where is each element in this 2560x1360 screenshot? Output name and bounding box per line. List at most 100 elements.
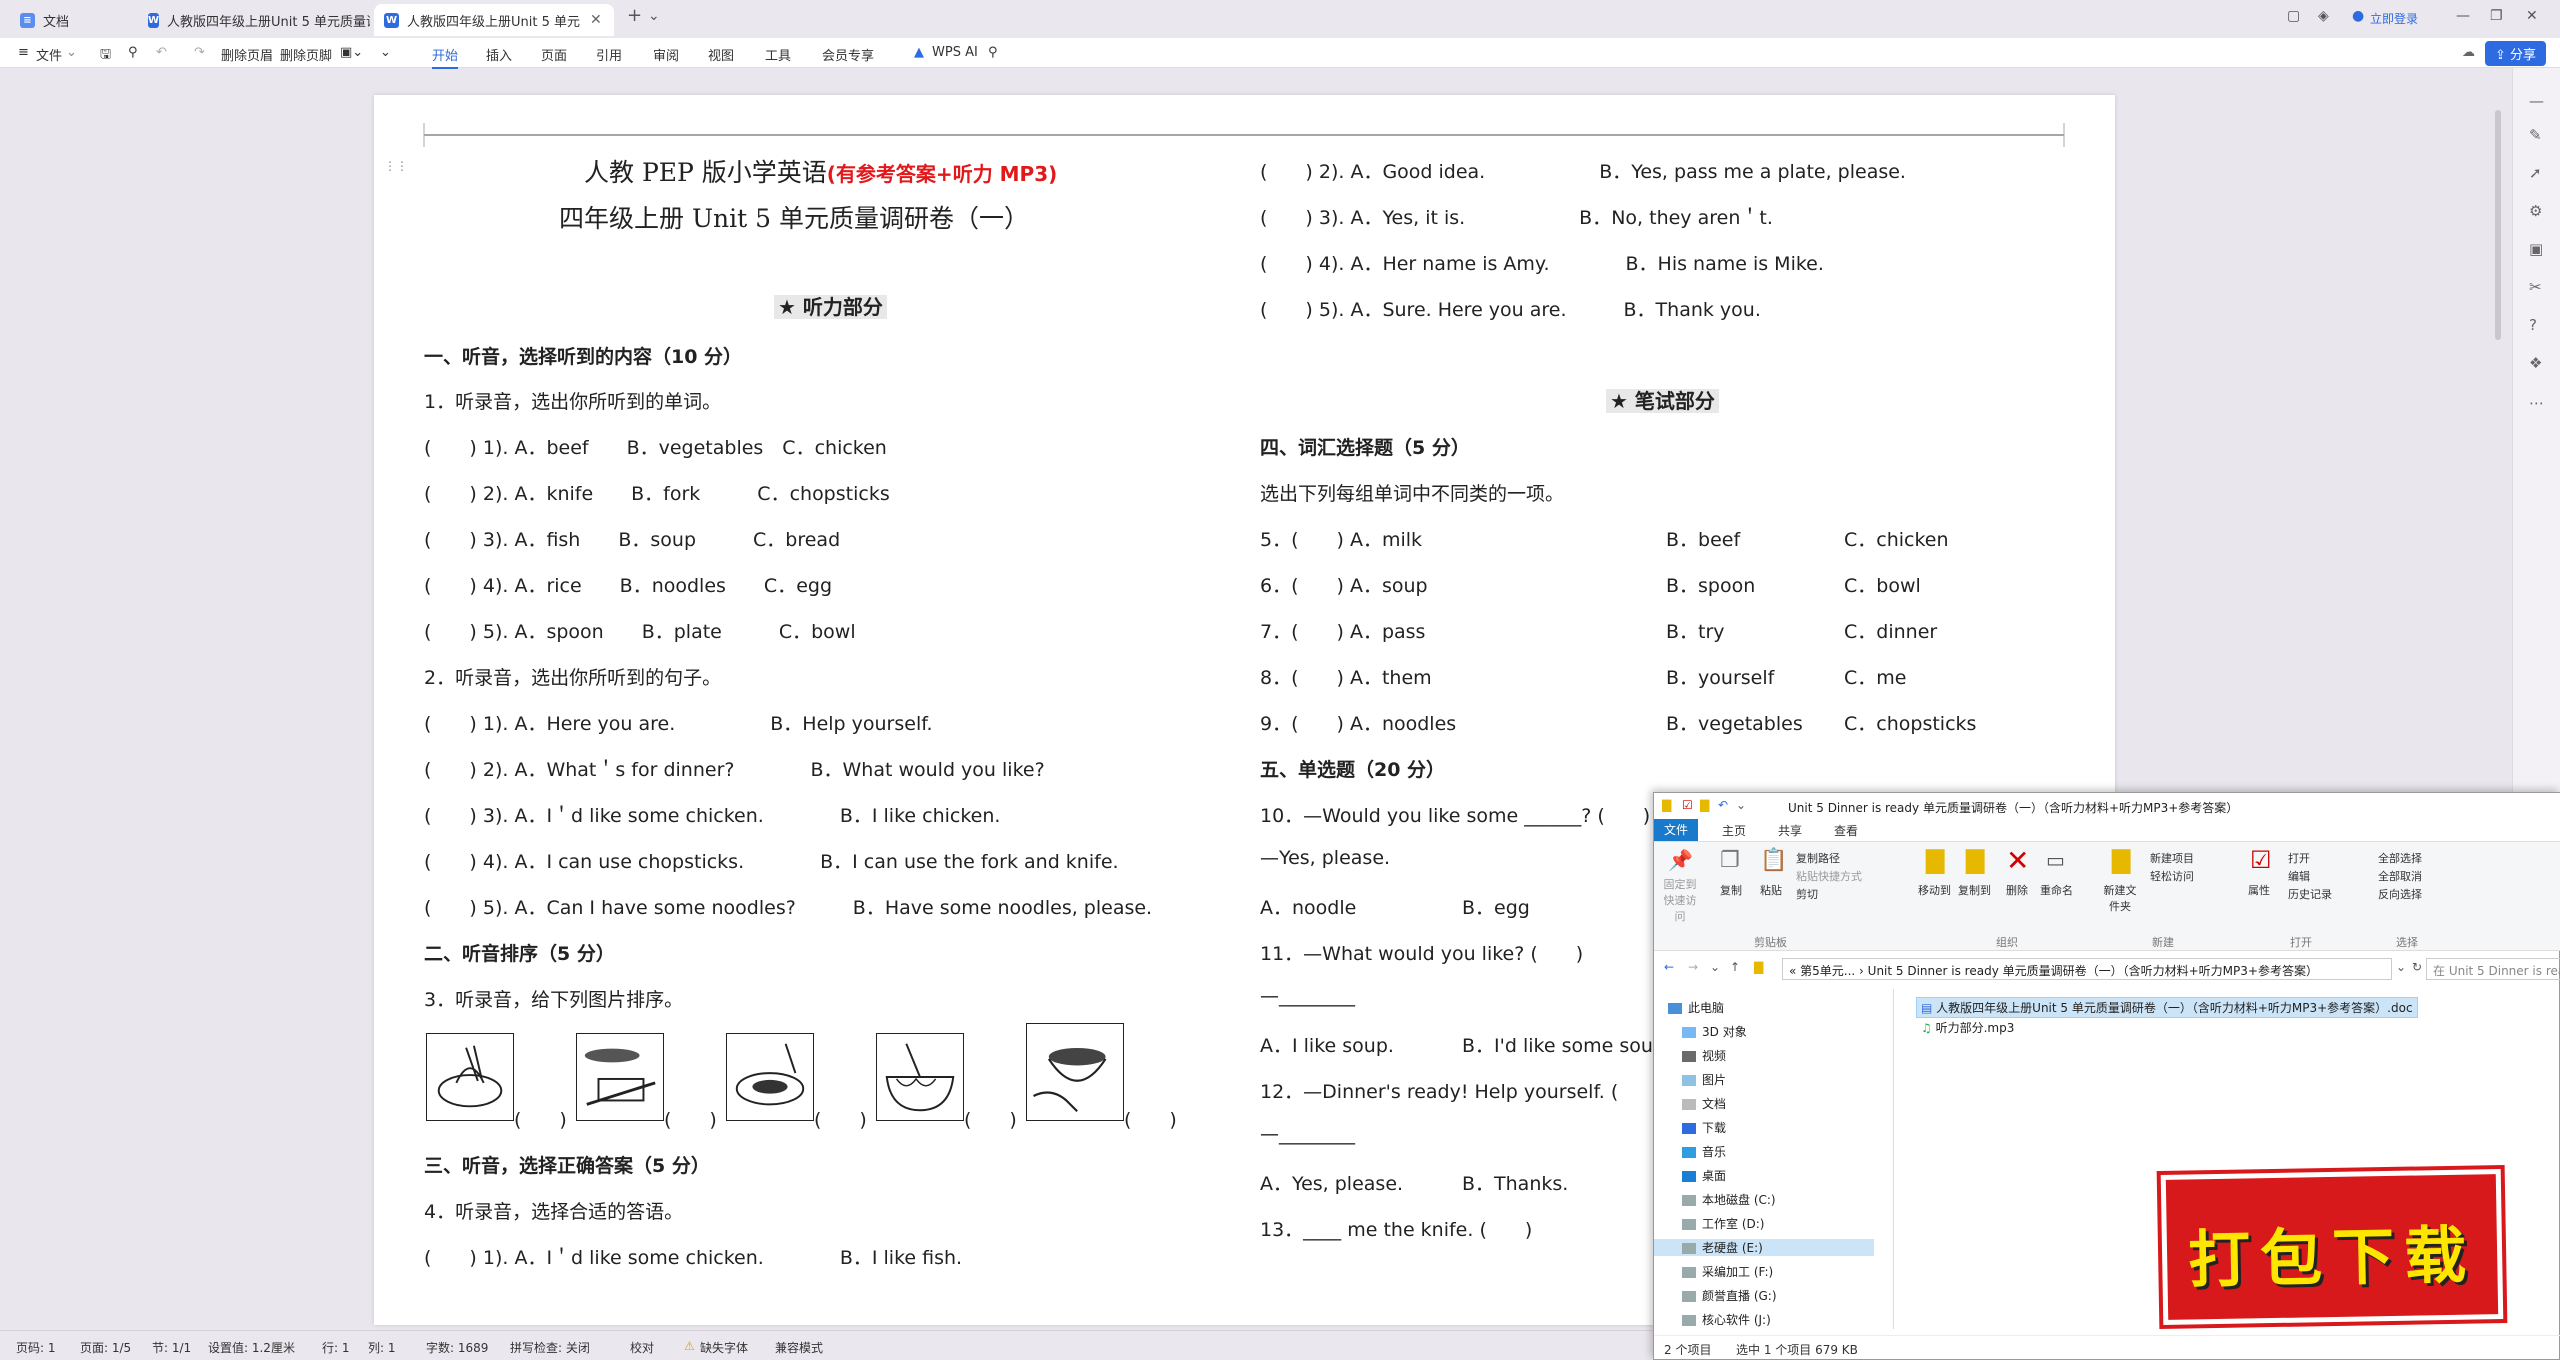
share-button[interactable]: ⇪ 分享: [2484, 41, 2546, 66]
nav-item-drive-d[interactable]: 工作室 (D:): [1682, 1215, 1764, 1232]
menu-member[interactable]: 会员专享: [822, 45, 874, 64]
delete-header-button[interactable]: 删除页眉: [221, 45, 273, 64]
minimize-icon[interactable]: —: [2456, 8, 2470, 24]
status-pages[interactable]: 页面: 1/5: [80, 1339, 131, 1356]
save-icon[interactable]: 🖫: [100, 45, 111, 67]
help-icon[interactable]: ?: [2529, 316, 2537, 334]
customize-chevron-icon[interactable]: ⌄: [1736, 798, 1746, 812]
back-arrow-icon[interactable]: ←: [1664, 960, 1674, 974]
cut-button[interactable]: 剪切: [1796, 886, 1818, 902]
download-package-badge[interactable]: 打包下载: [2160, 1169, 2504, 1325]
nav-item-music[interactable]: 音乐: [1682, 1143, 1726, 1160]
paste-shortcut-button[interactable]: 粘贴快捷方式: [1796, 868, 1862, 884]
menu-home[interactable]: 开始: [432, 45, 459, 69]
explorer-tab-view[interactable]: 查看: [1834, 822, 1858, 839]
cloud-icon[interactable]: ☁: [2462, 45, 2475, 60]
select-all-button[interactable]: 全部选择: [2378, 850, 2422, 866]
nav-item-videos[interactable]: 视频: [1682, 1047, 1726, 1064]
menu-review[interactable]: 审阅: [653, 45, 679, 64]
menu-insert[interactable]: 插入: [486, 45, 512, 64]
close-tab-icon[interactable]: ✕: [590, 12, 602, 28]
search-icon[interactable]: ⚲: [988, 45, 998, 60]
cube-icon[interactable]: ◈: [2318, 8, 2329, 24]
status-proof[interactable]: 校对: [630, 1339, 654, 1356]
menu-view[interactable]: 视图: [708, 45, 734, 64]
properties-button[interactable]: 属性: [2248, 882, 2270, 898]
rename-button[interactable]: 重命名: [2040, 882, 2073, 898]
file-item-doc-selected[interactable]: ▤ 人教版四年级上册Unit 5 单元质量调研卷（一）（含听力材料+听力MP3+…: [1916, 997, 2418, 1018]
refresh-icon[interactable]: ↻: [2412, 960, 2422, 974]
status-compat-mode[interactable]: 兼容模式: [775, 1339, 823, 1356]
chevron-down-icon[interactable]: ⌄: [66, 45, 77, 60]
tab-doc-1[interactable]: W 人教版四年级上册Unit 5 单元质量调: [138, 4, 370, 36]
wps-ai-button[interactable]: WPS AI: [932, 45, 978, 60]
menu-file[interactable]: 文件: [36, 45, 62, 64]
adjust-icon[interactable]: ⚙: [2529, 202, 2542, 220]
invert-selection-button[interactable]: 反向选择: [2378, 886, 2422, 902]
find-icon[interactable]: ⚲: [128, 45, 138, 60]
up-arrow-icon[interactable]: ↑: [1730, 960, 1740, 974]
nav-item-pictures[interactable]: 图片: [1682, 1071, 1726, 1088]
nav-item-downloads[interactable]: 下载: [1682, 1119, 1726, 1136]
copy-path-button[interactable]: 复制路径: [1796, 850, 1840, 866]
nav-item-drive-j[interactable]: 核心软件 (J:): [1682, 1311, 1771, 1328]
address-chevron-icon[interactable]: ⌄: [2396, 960, 2406, 974]
redo-icon[interactable]: ↷: [194, 45, 205, 60]
explorer-tab-share[interactable]: 共享: [1778, 822, 1802, 839]
nav-item-drive-f[interactable]: 采编加工 (F:): [1682, 1263, 1773, 1280]
delete-button[interactable]: 删除: [2006, 882, 2028, 898]
more-chevron-icon[interactable]: ⌄: [380, 45, 391, 60]
explorer-search-input[interactable]: 在 Unit 5 Dinner is rea: [2426, 958, 2560, 980]
nav-item-drive-c[interactable]: 本地磁盘 (C:): [1682, 1191, 1776, 1208]
file-item-mp3[interactable]: ♫ 听力部分.mp3: [1921, 1019, 2014, 1036]
hamburger-icon[interactable]: ≡: [18, 45, 29, 60]
copy-button[interactable]: 复制: [1720, 882, 1742, 898]
menu-reference[interactable]: 引用: [596, 45, 622, 64]
status-spellcheck[interactable]: 拼写检查: 关闭: [510, 1339, 590, 1356]
status-setting[interactable]: 设置值: 1.2厘米: [208, 1339, 295, 1356]
close-window-icon[interactable]: ✕: [2526, 8, 2538, 24]
status-section[interactable]: 节: 1/1: [152, 1339, 191, 1356]
apps-icon[interactable]: ❖: [2529, 354, 2542, 372]
drag-handle-icon[interactable]: ⋮⋮: [384, 159, 408, 173]
status-page-number[interactable]: 页码: 1: [16, 1339, 56, 1356]
status-missing-font[interactable]: 缺失字体: [700, 1339, 748, 1356]
easy-access-button[interactable]: 轻松访问: [2150, 868, 2194, 884]
open-button[interactable]: 打开: [2288, 850, 2310, 866]
format-icon[interactable]: ▣⌄: [340, 45, 363, 60]
properties-quick-icon[interactable]: ☑: [1682, 798, 1693, 812]
undo-icon[interactable]: ↶: [156, 45, 167, 60]
select-none-button[interactable]: 全部取消: [2378, 868, 2422, 884]
delete-footer-button[interactable]: 删除页脚: [280, 45, 332, 64]
status-row[interactable]: 行: 1: [322, 1339, 350, 1356]
more-icon[interactable]: ⋯: [2529, 394, 2544, 412]
move-to-button[interactable]: 移动到: [1918, 882, 1951, 898]
nav-item-this-pc[interactable]: 此电脑: [1668, 999, 1724, 1016]
address-path[interactable]: « 第5单元... › Unit 5 Dinner is ready 单元质量调…: [1782, 958, 2392, 980]
nav-item-drive-e-selected[interactable]: 老硬盘 (E:): [1654, 1239, 1874, 1256]
window-mode-icon[interactable]: ▢: [2287, 8, 2300, 24]
chevron-down-icon[interactable]: ⌄: [648, 8, 660, 24]
explorer-tab-home[interactable]: 主页: [1722, 822, 1746, 839]
vertical-scrollbar[interactable]: [2495, 110, 2501, 340]
new-item-button[interactable]: 新建项目: [2150, 850, 2194, 866]
image-icon[interactable]: ▣: [2529, 240, 2543, 258]
nav-item-documents[interactable]: 文档: [1682, 1095, 1726, 1112]
pin-quick-access-button[interactable]: 固定到快速访问: [1660, 876, 1700, 924]
menu-page[interactable]: 页面: [541, 45, 567, 64]
paste-button[interactable]: 粘贴: [1760, 882, 1782, 898]
nav-item-3d[interactable]: 3D 对象: [1682, 1023, 1747, 1040]
status-word-count[interactable]: 字数: 1689: [426, 1339, 488, 1356]
tools-icon[interactable]: ✂: [2529, 278, 2542, 296]
nav-item-desktop[interactable]: 桌面: [1682, 1167, 1726, 1184]
tab-doc-2-active[interactable]: W 人教版四年级上册Unit 5 单元 ✕: [374, 4, 614, 36]
edit-button[interactable]: 编辑: [2288, 868, 2310, 884]
recent-chevron-icon[interactable]: ⌄: [1710, 960, 1720, 974]
select-icon[interactable]: ➚: [2529, 164, 2542, 182]
login-link[interactable]: 立即登录: [2370, 10, 2418, 27]
tab-documents[interactable]: ≡ 文档: [10, 4, 140, 36]
maximize-icon[interactable]: ❐: [2490, 8, 2503, 24]
new-tab-button[interactable]: +: [627, 5, 642, 26]
status-col[interactable]: 列: 1: [368, 1339, 396, 1356]
history-button[interactable]: 历史记录: [2288, 886, 2332, 902]
